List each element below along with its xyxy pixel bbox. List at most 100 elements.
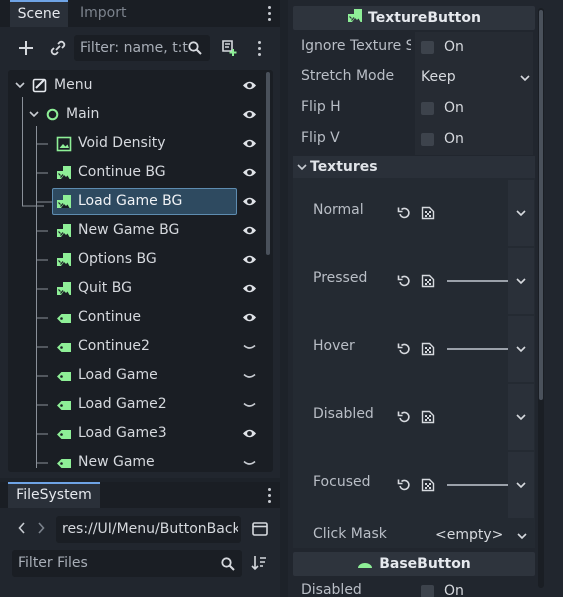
prop-flip-h-checkbox[interactable]: On	[415, 93, 533, 124]
tree-item-quit-bg[interactable]: Quit BG	[8, 274, 263, 303]
tree-item-label: Options BG	[78, 251, 157, 267]
checkbox-icon	[421, 585, 434, 597]
chevron-down-icon	[516, 482, 526, 489]
texture-slot-pressed[interactable]	[391, 248, 509, 314]
tree-item-void-density[interactable]: Void Density	[8, 129, 263, 158]
collapse-arrow-icon[interactable]	[29, 111, 39, 118]
tree-item-label: Load Game2	[78, 396, 167, 412]
visibility-eye-icon[interactable]	[242, 428, 257, 439]
visibility-eye-icon[interactable]	[242, 80, 257, 91]
tab-filesystem[interactable]: FileSystem	[8, 482, 100, 508]
texture-button-icon	[56, 165, 72, 181]
prop-ignore-texture-size-checkbox[interactable]: On	[415, 32, 533, 63]
scene-options-icon[interactable]	[258, 41, 262, 59]
scene-filter-input[interactable]: Filter: name, t:t	[74, 35, 210, 61]
inspector-panel: TextureButton Ignore Texture S On Stretc…	[288, 0, 563, 597]
tree-item-label: Menu	[54, 77, 93, 93]
label-icon	[56, 400, 72, 411]
visibility-eye-icon[interactable]	[242, 283, 257, 294]
sort-icon[interactable]	[251, 555, 267, 571]
filesystem-menu-icon[interactable]	[268, 488, 272, 506]
visibility-eye-icon[interactable]	[242, 167, 257, 178]
texture-dropdown-focused[interactable]	[508, 452, 534, 518]
tree-item-load-game[interactable]: Load Game	[8, 361, 263, 390]
tree-item-main[interactable]: Main	[8, 100, 263, 129]
chevron-down-icon	[516, 414, 526, 421]
visibility-hidden-icon[interactable]	[243, 402, 256, 409]
prop-flip-v-checkbox[interactable]: On	[415, 124, 533, 155]
prop-stretch-mode-label: Stretch Mode	[301, 68, 395, 84]
texture-dropdown-disabled[interactable]	[508, 384, 534, 450]
visibility-eye-icon[interactable]	[242, 254, 257, 265]
tab-import[interactable]: Import	[80, 0, 126, 27]
tree-item-new-game[interactable]: New Game	[8, 448, 263, 472]
collapse-arrow-icon[interactable]	[15, 82, 25, 89]
texture-row-pressed: Pressed	[310, 248, 536, 314]
texture-slot-disabled[interactable]	[391, 384, 508, 450]
back-arrow-icon[interactable]	[18, 522, 26, 534]
checkbox-label: On	[444, 131, 464, 147]
toggle-split-icon[interactable]	[252, 522, 268, 536]
texture-label: Pressed	[313, 270, 368, 286]
texture-slot-hover[interactable]	[391, 316, 509, 382]
texture-label: Disabled	[313, 406, 374, 422]
tree-item-label: Quit BG	[78, 280, 132, 296]
tree-item-options-bg[interactable]: Options BG	[8, 245, 263, 274]
checkbox-icon	[421, 102, 434, 115]
basebutton-section-header[interactable]: BaseButton	[293, 552, 535, 576]
visibility-hidden-icon[interactable]	[243, 344, 256, 351]
tree-item-continue-bg[interactable]: Continue BG	[8, 158, 263, 187]
visibility-eye-icon[interactable]	[242, 196, 257, 207]
scene-dock-menu-icon[interactable]	[268, 6, 272, 24]
attach-script-icon[interactable]	[220, 39, 238, 57]
checkbox-label: On	[444, 39, 464, 55]
texture-row-normal: Normal	[310, 180, 536, 246]
visibility-eye-icon[interactable]	[242, 225, 257, 236]
texture-resource-icon	[421, 342, 435, 356]
visibility-hidden-icon[interactable]	[243, 373, 256, 380]
texture-slot-focused[interactable]	[391, 452, 509, 518]
visibility-hidden-icon[interactable]	[243, 460, 256, 467]
click-mask-resource[interactable]: <empty>	[428, 521, 536, 550]
prop-disabled-label: Disabled	[301, 582, 362, 597]
texture-dropdown-normal[interactable]	[508, 180, 534, 246]
stretch-mode-dropdown[interactable]: Keep	[415, 62, 533, 93]
tree-item-load-game3[interactable]: Load Game3	[8, 419, 263, 448]
forward-arrow-icon[interactable]	[37, 522, 45, 534]
texture-row-focused: Focused	[310, 452, 536, 518]
visibility-eye-icon[interactable]	[242, 312, 257, 323]
tab-scene[interactable]: Scene	[10, 0, 68, 27]
texture-row-disabled: Disabled	[310, 384, 536, 450]
tree-item-continue[interactable]: Continue	[8, 303, 263, 332]
tree-item-load-game-bg[interactable]: Load Game BG	[8, 187, 263, 216]
tree-item-load-game2[interactable]: Load Game2	[8, 390, 263, 419]
tree-item-label: Main	[66, 106, 100, 122]
texture-label: Hover	[313, 338, 355, 354]
textures-group-header[interactable]: Textures	[293, 156, 535, 178]
inspector-scrollbar[interactable]	[539, 10, 543, 400]
texture-button-icon	[56, 223, 72, 239]
node-circle-icon	[46, 108, 59, 121]
tree-scrollbar[interactable]	[266, 72, 270, 255]
texturebutton-section-header[interactable]: TextureButton	[293, 6, 535, 30]
tree-item-menu[interactable]: Menu	[8, 71, 263, 100]
tree-item-new-game-bg[interactable]: New Game BG	[8, 216, 263, 245]
instance-scene-icon[interactable]	[50, 40, 66, 56]
tree-item-label: New Game	[78, 454, 155, 470]
texture-slot-normal[interactable]	[391, 180, 508, 246]
texture-preview	[447, 280, 509, 282]
search-icon	[221, 557, 235, 571]
filesystem-filter-input[interactable]: Filter Files	[12, 550, 242, 577]
scene-dock: Scene Import Filter: name, t:t Menu Main…	[0, 0, 280, 478]
texture-dropdown-hover[interactable]	[508, 316, 534, 382]
texture-dropdown-pressed[interactable]	[508, 248, 534, 314]
visibility-eye-icon[interactable]	[242, 109, 257, 120]
chevron-down-icon	[517, 533, 527, 540]
prop-disabled-checkbox[interactable]: On	[415, 576, 533, 597]
tree-item-continue2[interactable]: Continue2	[8, 332, 263, 361]
add-node-icon[interactable]	[18, 40, 34, 56]
path-field[interactable]: res://UI/Menu/ButtonBack	[56, 516, 241, 543]
prop-click-mask-label: Click Mask	[313, 526, 387, 542]
texture-rect-icon	[56, 136, 72, 152]
visibility-eye-icon[interactable]	[242, 138, 257, 149]
